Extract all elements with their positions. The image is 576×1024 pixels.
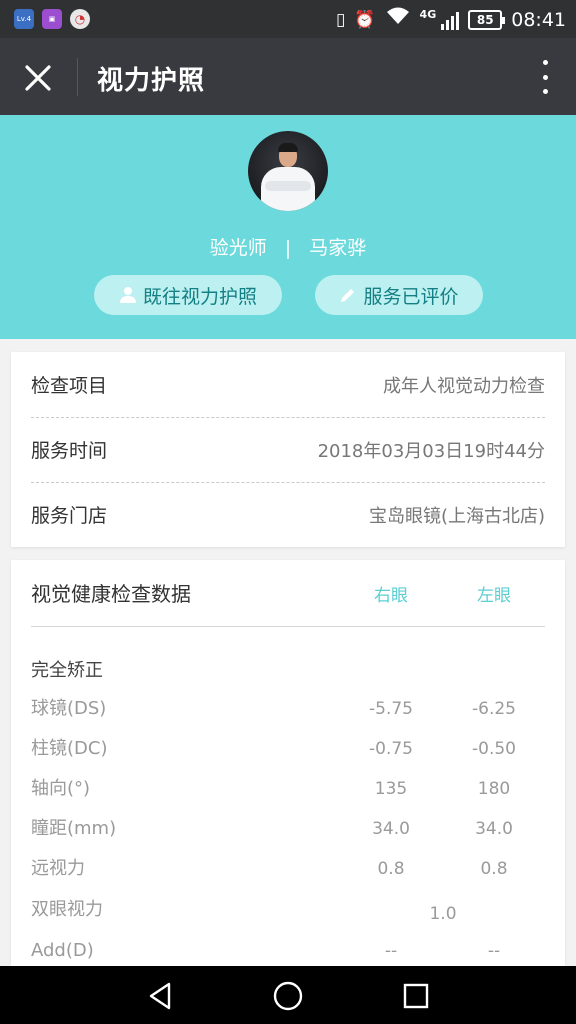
user-icon	[119, 287, 136, 303]
row-label: 瞳距(mm)	[31, 818, 117, 839]
store-label: 服务门店	[31, 505, 108, 527]
left-eye-value: 34.0	[475, 819, 513, 839]
right-eye-value: 34.0	[372, 819, 410, 839]
close-button[interactable]	[16, 56, 60, 100]
home-circle-icon	[273, 981, 303, 1011]
right-eye-value: 0.8	[377, 859, 405, 879]
left-eye-value: 0.8	[480, 859, 508, 879]
alarm-icon: ⏰	[354, 10, 376, 30]
left-eye-value: --	[487, 941, 501, 961]
row-label: 球镜(DS)	[31, 698, 107, 719]
review-label: 服务已评价	[363, 285, 459, 308]
profile-header: 验光师 | 马家骅 既往视力护照 服务已评价	[0, 115, 576, 339]
avatar	[248, 131, 328, 211]
recents-square-icon	[403, 983, 429, 1009]
right-eye-value: --	[384, 941, 398, 961]
exam-item-row: 检查项目 成年人视觉动力检查	[31, 352, 545, 417]
review-button[interactable]: 服务已评价	[315, 275, 483, 315]
right-eye-value: 135	[374, 779, 408, 799]
table-row: 轴向(°) 135 180	[31, 775, 545, 815]
vibrate-icon: ▯	[336, 10, 346, 30]
role-label: 验光师	[209, 237, 267, 259]
page-title: 视力护照	[97, 66, 206, 96]
row-label: Add(D)	[31, 940, 94, 961]
more-dot-icon	[542, 74, 548, 80]
signal-icon	[441, 10, 460, 30]
section-title: 完全矫正	[31, 660, 103, 681]
right-eye-header: 右眼	[374, 586, 408, 606]
service-info-card: 检查项目 成年人视觉动力检查 服务时间 2018年03月03日19时44分 服务…	[11, 352, 565, 547]
status-bar: Lv.4 ▣ ◔ ▯ ⏰ 4G 85 08:41	[0, 0, 576, 38]
more-menu-button[interactable]	[540, 60, 550, 94]
clock-time: 08:41	[511, 9, 566, 31]
left-eye-value: 180	[477, 779, 511, 799]
table-row: 柱镜(DC) -0.75 -0.50	[31, 735, 545, 775]
row-label: 双眼视力	[31, 899, 103, 920]
row-label: 柱镜(DC)	[31, 738, 108, 759]
service-time-label: 服务时间	[31, 440, 108, 462]
optometrist-name: 马家骅	[309, 237, 367, 259]
optometrist-line: 验光师 | 马家骅	[0, 233, 576, 260]
history-passport-button[interactable]: 既往视力护照	[94, 275, 282, 315]
table-row: 球镜(DS) -5.75 -6.25	[31, 695, 545, 735]
left-eye-header: 左眼	[477, 586, 511, 606]
separator: |	[284, 237, 292, 259]
binocular-value: 1.0	[429, 904, 457, 924]
divider	[31, 626, 545, 627]
left-eye-value: -0.50	[472, 739, 516, 759]
more-dot-icon	[542, 89, 548, 94]
battery-icon: 85	[468, 10, 506, 30]
row-label: 远视力	[31, 858, 85, 879]
service-time-row: 服务时间 2018年03月03日19时44分	[31, 417, 545, 482]
exam-item-value: 成年人视觉动力检查	[383, 375, 545, 397]
wifi-icon	[385, 6, 411, 34]
right-eye-value: -0.75	[369, 739, 413, 759]
exam-data-title: 视觉健康检查数据	[31, 582, 191, 606]
exam-data-card: 视觉健康检查数据 右眼 左眼 完全矫正 球镜(DS) -5.75 -6.25 柱…	[11, 560, 565, 980]
close-icon	[25, 65, 51, 91]
network-type: 4G	[419, 7, 437, 21]
system-status: ▯ ⏰ 4G 85 08:41	[336, 6, 566, 34]
left-eye-value: -6.25	[472, 699, 516, 719]
home-button[interactable]	[270, 978, 306, 1014]
row-label: 轴向(°)	[31, 778, 91, 799]
table-row: 远视力 0.8 0.8	[31, 855, 545, 895]
back-triangle-icon	[149, 982, 171, 1010]
table-row: 双眼视力 1.0	[31, 896, 545, 936]
system-nav-bar	[0, 966, 576, 1024]
right-eye-value: -5.75	[369, 699, 413, 719]
more-dot-icon	[542, 60, 548, 65]
title-bar: 视力护照	[0, 38, 576, 115]
store-value: 宝岛眼镜(上海古北店)	[368, 505, 545, 527]
level-app-icon: Lv.4	[14, 9, 34, 29]
clock-app-icon: ◔	[70, 9, 90, 29]
image-app-icon: ▣	[42, 9, 62, 29]
back-button[interactable]	[142, 978, 178, 1014]
store-row: 服务门店 宝岛眼镜(上海古北店)	[31, 482, 545, 547]
recents-button[interactable]	[398, 978, 434, 1014]
service-time-value: 2018年03月03日19时44分	[317, 440, 545, 462]
pencil-icon	[341, 289, 355, 302]
notification-icons: Lv.4 ▣ ◔	[14, 9, 90, 29]
table-row: 瞳距(mm) 34.0 34.0	[31, 815, 545, 855]
title-divider	[77, 58, 78, 96]
exam-item-label: 检查项目	[31, 375, 108, 397]
history-passport-label: 既往视力护照	[142, 285, 257, 308]
